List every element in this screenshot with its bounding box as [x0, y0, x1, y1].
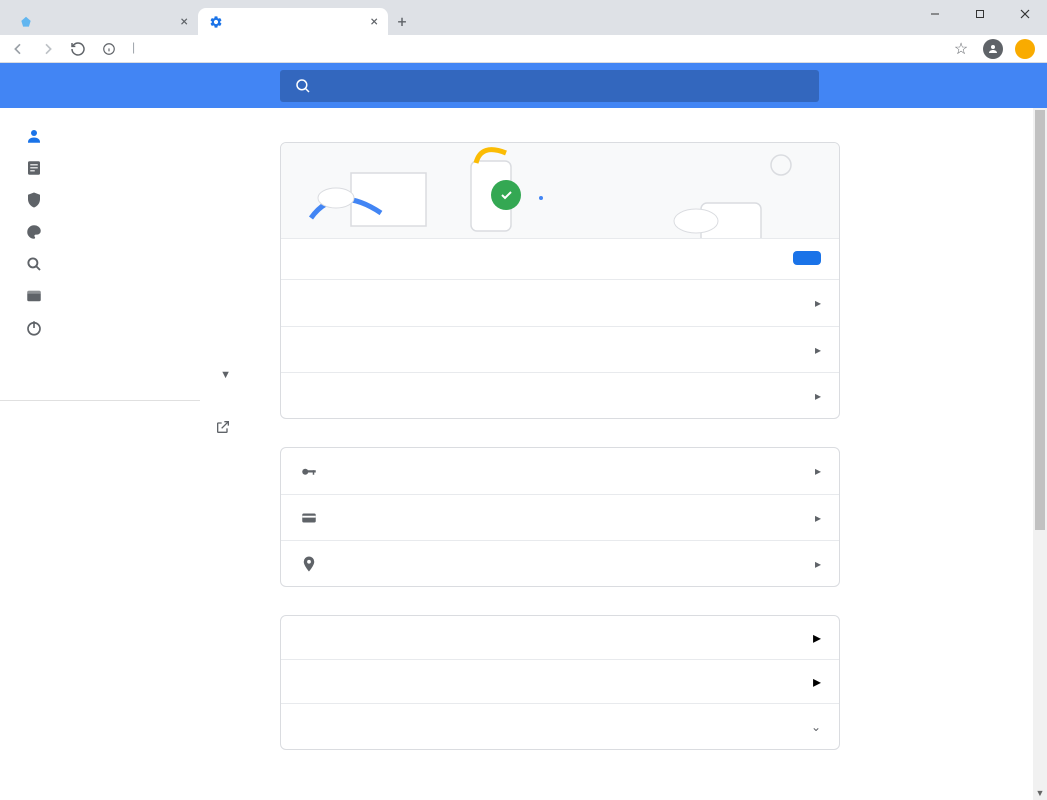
profile-icon[interactable] [983, 39, 1003, 59]
privacy-card: ▸ ▸ ⌄ [280, 615, 840, 750]
search-settings[interactable] [280, 70, 819, 102]
search-icon [24, 255, 44, 273]
shield-icon [24, 191, 44, 209]
autofill-icon [24, 159, 44, 177]
sidebar-extensions[interactable] [0, 407, 255, 447]
sidebar-item-appearance[interactable] [0, 216, 255, 248]
chevron-down-icon: ▼ [220, 368, 231, 381]
sidebar-item-default-browser[interactable] [0, 280, 255, 312]
tab-favicon [18, 14, 34, 30]
card-icon [299, 509, 319, 527]
chevron-down-icon: ⌄ [811, 720, 821, 734]
tab-strip: × × + [0, 8, 1047, 35]
minimize-button[interactable] [912, 0, 957, 28]
sidebar-item-search-engine[interactable] [0, 248, 255, 280]
external-link-icon [215, 419, 231, 435]
settings-main: ▸ ▸ ▸ ▸ ▸ ▸ ▸ ▸ ⌄ [255, 108, 1047, 800]
account-avatar[interactable] [1015, 39, 1035, 59]
sync-promo-row [281, 239, 839, 280]
settings-sidebar: ▼ [0, 108, 255, 800]
sidebar-about-chrome[interactable] [0, 447, 255, 479]
row-passwords[interactable]: ▸ [281, 448, 839, 494]
settings-header [0, 63, 1047, 108]
maximize-button[interactable] [957, 0, 1002, 28]
chevron-right-icon: ▸ [813, 628, 821, 647]
back-button[interactable] [8, 39, 28, 59]
chevron-right-icon: ▸ [815, 557, 821, 571]
browser-icon [24, 287, 44, 305]
sidebar-item-autofill[interactable] [0, 152, 255, 184]
chevron-right-icon: ▸ [815, 464, 821, 478]
location-icon [299, 555, 319, 573]
chevron-right-icon: ▸ [815, 343, 821, 357]
forward-button[interactable] [38, 39, 58, 59]
chevron-right-icon: ▸ [815, 389, 821, 403]
browser-toolbar: | ☆ [0, 35, 1047, 63]
search-icon [294, 77, 312, 95]
chevron-right-icon: ▸ [815, 296, 821, 310]
close-icon[interactable]: × [181, 14, 188, 30]
sidebar-item-on-startup[interactable] [0, 312, 255, 344]
turn-on-sync-button[interactable] [793, 251, 821, 265]
sync-illustration [281, 143, 839, 239]
row-payment-methods[interactable]: ▸ [281, 494, 839, 540]
close-icon[interactable]: × [371, 14, 378, 30]
row-more[interactable]: ⌄ [281, 703, 839, 749]
row-import-bookmarks[interactable]: ▸ [281, 372, 839, 418]
address-bar[interactable]: | [98, 38, 941, 60]
chevron-right-icon: ▸ [815, 511, 821, 525]
row-clear-browsing-data[interactable]: ▸ [281, 616, 839, 659]
settings-icon [208, 14, 224, 30]
person-icon [24, 127, 44, 145]
row-sync-google-services[interactable]: ▸ [281, 280, 839, 326]
sidebar-item-you-and-google[interactable] [0, 120, 255, 152]
close-button[interactable] [1002, 0, 1047, 28]
window-controls [912, 0, 1047, 28]
power-icon [24, 319, 44, 337]
chevron-right-icon: ▸ [813, 672, 821, 691]
sidebar-advanced[interactable]: ▼ [0, 354, 255, 394]
scrollbar-thumb[interactable] [1035, 110, 1045, 530]
new-tab-button[interactable]: + [388, 7, 416, 35]
key-icon [299, 462, 319, 480]
bookmark-star-icon[interactable]: ☆ [951, 39, 971, 59]
browser-tab[interactable]: × [8, 8, 198, 35]
scroll-down-icon[interactable]: ▼ [1033, 786, 1047, 800]
row-site-settings[interactable]: ▸ [281, 659, 839, 703]
browser-tab-active[interactable]: × [198, 8, 388, 35]
search-input[interactable] [326, 78, 805, 93]
site-info-icon[interactable] [102, 42, 116, 56]
palette-icon [24, 223, 44, 241]
autofill-card: ▸ ▸ ▸ [280, 447, 840, 587]
reload-button[interactable] [68, 39, 88, 59]
you-and-google-card: ▸ ▸ ▸ [280, 142, 840, 419]
row-chrome-name-picture[interactable]: ▸ [281, 326, 839, 372]
row-addresses[interactable]: ▸ [281, 540, 839, 586]
sidebar-item-privacy[interactable] [0, 184, 255, 216]
